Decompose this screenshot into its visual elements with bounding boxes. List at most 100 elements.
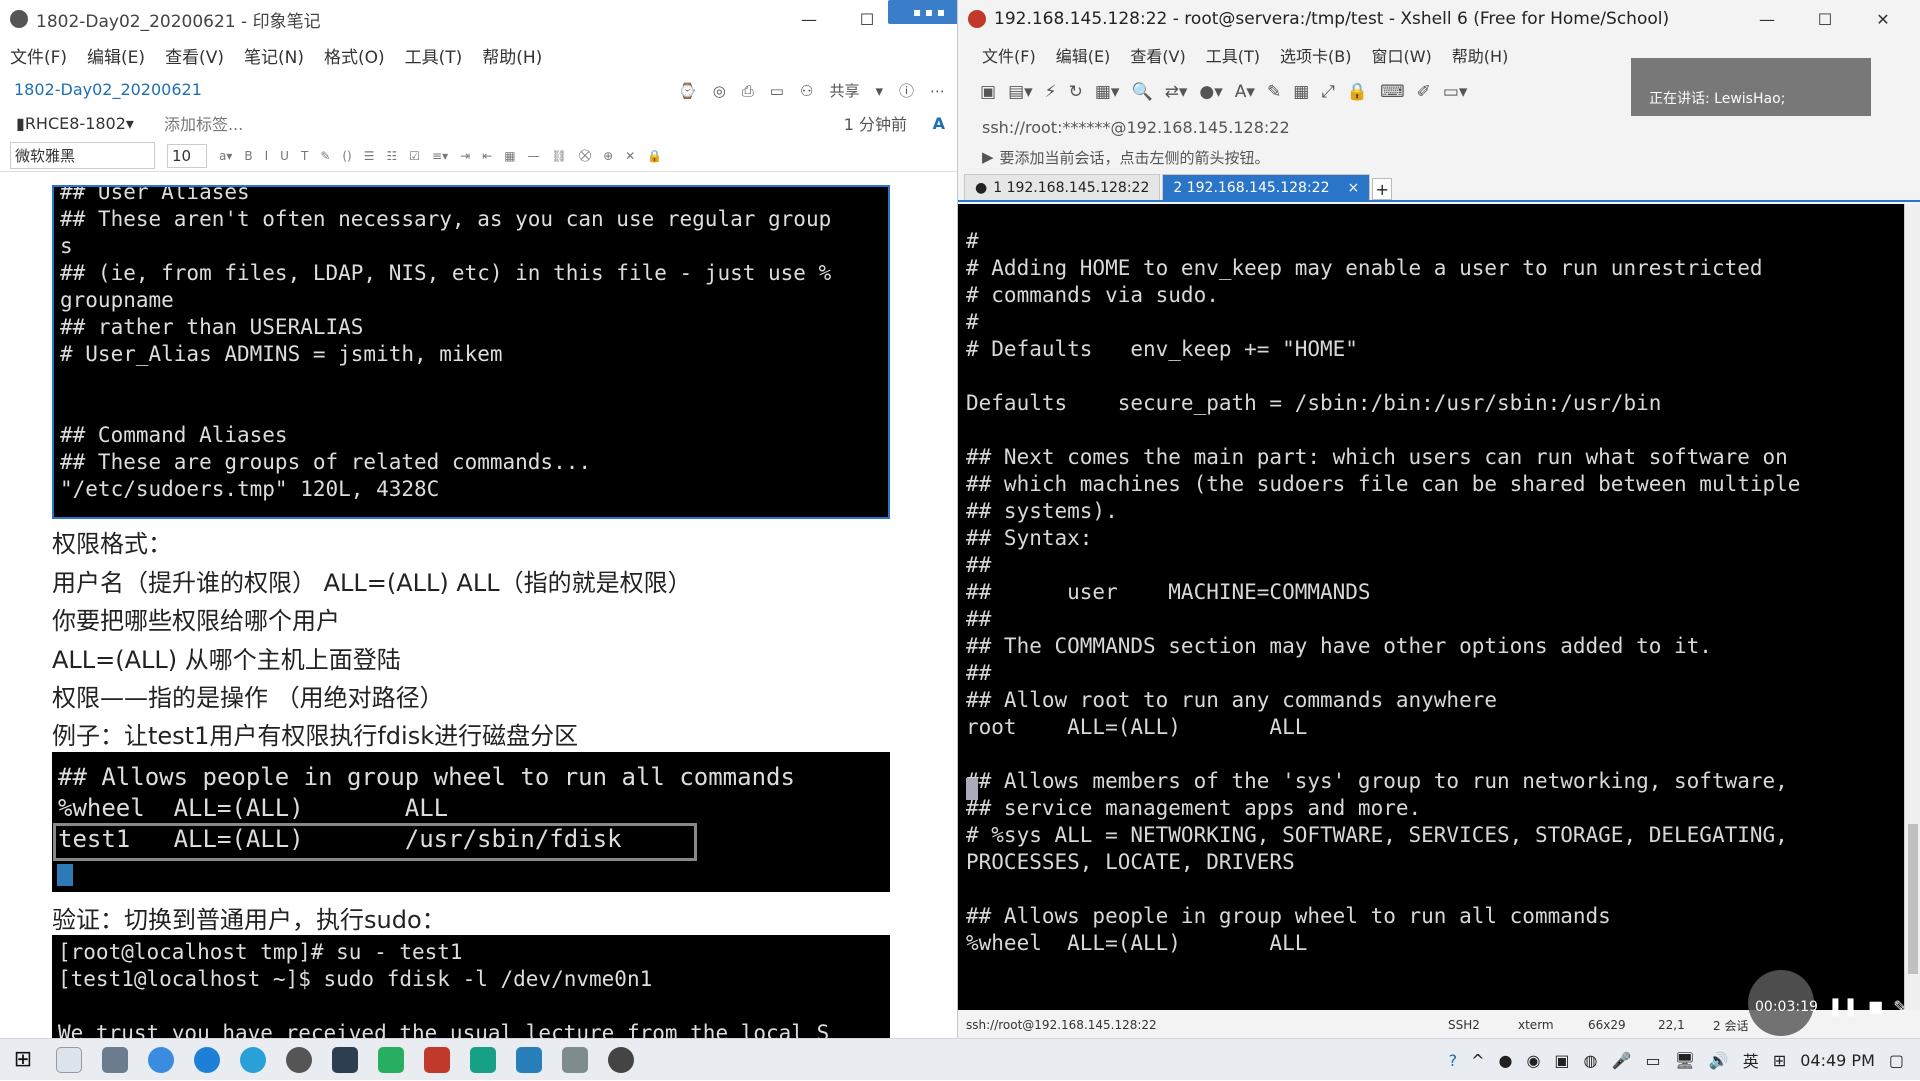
meeting-chip[interactable]: ▪ ▪ ▪ bbox=[888, 0, 957, 24]
terminal-output[interactable]: # # Adding HOME to env_keep may enable a… bbox=[958, 204, 1904, 1010]
table-icon[interactable]: ▦ bbox=[504, 149, 515, 163]
close-icon[interactable]: × bbox=[1348, 180, 1360, 196]
menu-view[interactable]: 查看(V) bbox=[165, 43, 224, 68]
tray-app-icon[interactable]: ● bbox=[1498, 1051, 1512, 1070]
microphone-icon[interactable]: 🎤 bbox=[1612, 1051, 1632, 1070]
keyboard-icon[interactable]: ⌨ bbox=[1380, 82, 1405, 102]
font-size-select[interactable]: 10 bbox=[167, 143, 207, 168]
menu-help[interactable]: 帮助(H) bbox=[1452, 43, 1509, 67]
notebook-selector[interactable]: RHCE8-1802 bbox=[25, 114, 126, 133]
disconnect-icon[interactable]: ⚡ bbox=[1045, 82, 1057, 102]
battery-icon[interactable]: ▭ bbox=[1645, 1051, 1660, 1070]
menu-edit[interactable]: 编辑(E) bbox=[87, 43, 145, 68]
share-people-icon[interactable]: ⚇ bbox=[800, 82, 813, 100]
share-button[interactable]: 共享 bbox=[829, 80, 859, 101]
layout-icon[interactable]: ▭▾ bbox=[1443, 82, 1468, 102]
vm-icon[interactable] bbox=[332, 1046, 358, 1073]
maximize-icon[interactable]: ☐ bbox=[1796, 10, 1854, 29]
more-icon[interactable]: ⋯ bbox=[930, 82, 945, 100]
tab-session-2[interactable]: 2 192.168.145.128:22 × bbox=[1162, 174, 1371, 200]
new-tab-button[interactable]: + bbox=[1372, 178, 1393, 200]
script-icon[interactable]: ✎ bbox=[1267, 82, 1281, 102]
checkbox-icon[interactable]: ☑ bbox=[409, 149, 420, 163]
meeting-app-icon[interactable] bbox=[378, 1046, 404, 1073]
font-icon[interactable]: A▾ bbox=[1235, 82, 1255, 102]
terminal-taskbar-icon[interactable] bbox=[562, 1046, 588, 1073]
transfer-icon[interactable]: ⇄▾ bbox=[1165, 82, 1188, 102]
terminal-screenshot-wheel[interactable]: ## Allows people in group wheel to run a… bbox=[52, 752, 890, 892]
editor-taskbar-icon[interactable] bbox=[516, 1046, 542, 1073]
terminal-scrollbar[interactable] bbox=[1904, 204, 1920, 1010]
indent-icon[interactable]: ⇥ bbox=[460, 149, 470, 163]
pen-icon[interactable]: ✎ bbox=[1893, 997, 1906, 1016]
print-icon[interactable]: ⎙ bbox=[742, 82, 754, 100]
find-icon[interactable]: 🔍 bbox=[1131, 82, 1152, 102]
present-icon[interactable]: ◎ bbox=[713, 82, 726, 100]
menu-file[interactable]: 文件(F) bbox=[10, 43, 67, 68]
fullscreen-icon[interactable]: ⤢ bbox=[1321, 82, 1335, 102]
xshell-taskbar-icon[interactable] bbox=[424, 1046, 450, 1073]
font-family-select[interactable]: 微软雅黑 bbox=[10, 142, 155, 169]
scrollbar-thumb[interactable] bbox=[1908, 824, 1918, 974]
edge-icon[interactable] bbox=[194, 1046, 220, 1073]
reconnect-icon[interactable]: ↻ bbox=[1069, 82, 1083, 102]
text-color-icon[interactable]: a▾ bbox=[219, 149, 232, 163]
info-icon[interactable]: ⓘ bbox=[899, 80, 914, 101]
properties-icon[interactable]: ▦▾ bbox=[1095, 82, 1120, 102]
record-icon[interactable]: ▦ bbox=[1293, 82, 1309, 102]
menu-format[interactable]: 格式(O) bbox=[324, 43, 385, 68]
address-input[interactable]: ssh://root:******@192.168.145.128:22 bbox=[982, 118, 1290, 137]
underline-icon[interactable]: U bbox=[280, 149, 289, 163]
attach-icon[interactable]: ⊕ bbox=[603, 149, 613, 163]
notifications-icon[interactable]: ▢ bbox=[1889, 1051, 1904, 1070]
add-tag-input[interactable]: 添加标签... bbox=[164, 111, 243, 135]
stop-icon[interactable]: ■ bbox=[1868, 997, 1883, 1016]
menu-view[interactable]: 查看(V) bbox=[1130, 43, 1185, 67]
keyboard-layout-icon[interactable]: ⊞ bbox=[1773, 1051, 1786, 1070]
clock[interactable]: 04:49 PM bbox=[1800, 1051, 1875, 1070]
menu-edit[interactable]: 编辑(E) bbox=[1056, 43, 1111, 67]
windows-start-icon[interactable]: ⊞ bbox=[10, 1047, 36, 1073]
minimize-icon[interactable]: — bbox=[780, 10, 838, 29]
clear-format-icon[interactable]: ✕ bbox=[625, 149, 635, 163]
open-folder-icon[interactable]: ▤▾ bbox=[1008, 82, 1033, 102]
new-session-icon[interactable]: ▣ bbox=[980, 82, 996, 102]
bullet-list-icon[interactable]: ☰ bbox=[364, 149, 375, 163]
menu-window[interactable]: 窗口(W) bbox=[1371, 43, 1431, 67]
task-view-icon[interactable] bbox=[56, 1046, 82, 1073]
close-icon[interactable]: ✕ bbox=[1854, 10, 1912, 29]
compose-icon[interactable]: ✐ bbox=[1417, 82, 1431, 102]
italic-icon[interactable]: I bbox=[265, 149, 269, 163]
globe-icon[interactable]: ●▾ bbox=[1199, 82, 1222, 102]
lock-icon[interactable]: 🔒 bbox=[647, 149, 662, 163]
ime-indicator[interactable]: 英 bbox=[1743, 1048, 1759, 1072]
help-icon[interactable]: ? bbox=[1449, 1051, 1458, 1070]
chat-icon[interactable]: ▭ bbox=[770, 82, 784, 100]
browser-icon[interactable] bbox=[148, 1046, 174, 1073]
menu-tools[interactable]: 工具(T) bbox=[1206, 43, 1260, 67]
font-color-icon[interactable]: A bbox=[933, 114, 945, 133]
menu-file[interactable]: 文件(F) bbox=[982, 43, 1036, 67]
strikethrough-icon[interactable]: T bbox=[301, 149, 308, 163]
media-icon[interactable] bbox=[286, 1046, 312, 1073]
minimize-icon[interactable]: — bbox=[1738, 10, 1796, 29]
unlink-icon[interactable]: ⛒ bbox=[579, 148, 591, 163]
chat-app-icon[interactable] bbox=[240, 1046, 266, 1073]
menu-note[interactable]: 笔记(N) bbox=[244, 43, 304, 68]
recorder-taskbar-icon[interactable] bbox=[608, 1046, 634, 1073]
numbered-list-icon[interactable]: ☷ bbox=[387, 149, 398, 163]
lock-icon[interactable]: 🔒 bbox=[1347, 82, 1368, 102]
menu-tools[interactable]: 工具(T) bbox=[405, 43, 463, 68]
network-icon[interactable]: 🖥 bbox=[1675, 1051, 1695, 1070]
code-icon[interactable]: () bbox=[342, 149, 351, 163]
menu-help[interactable]: 帮助(H) bbox=[482, 43, 542, 68]
chevron-up-icon[interactable]: ^ bbox=[1471, 1051, 1484, 1070]
tray-app-icon[interactable]: ▣ bbox=[1554, 1051, 1569, 1070]
volume-icon[interactable]: 🔊 bbox=[1709, 1051, 1729, 1070]
bold-icon[interactable]: B bbox=[244, 149, 252, 163]
tray-app-icon[interactable]: ◍ bbox=[1584, 1051, 1598, 1070]
reminder-icon[interactable]: ⌚ bbox=[678, 82, 697, 100]
tab-session-1[interactable]: ● 1 192.168.145.128:22 bbox=[964, 174, 1161, 200]
align-icon[interactable]: ≡▾ bbox=[432, 149, 448, 163]
terminal-screenshot-sudoers-aliases[interactable]: ## User Aliases ## These aren't often ne… bbox=[52, 185, 890, 519]
